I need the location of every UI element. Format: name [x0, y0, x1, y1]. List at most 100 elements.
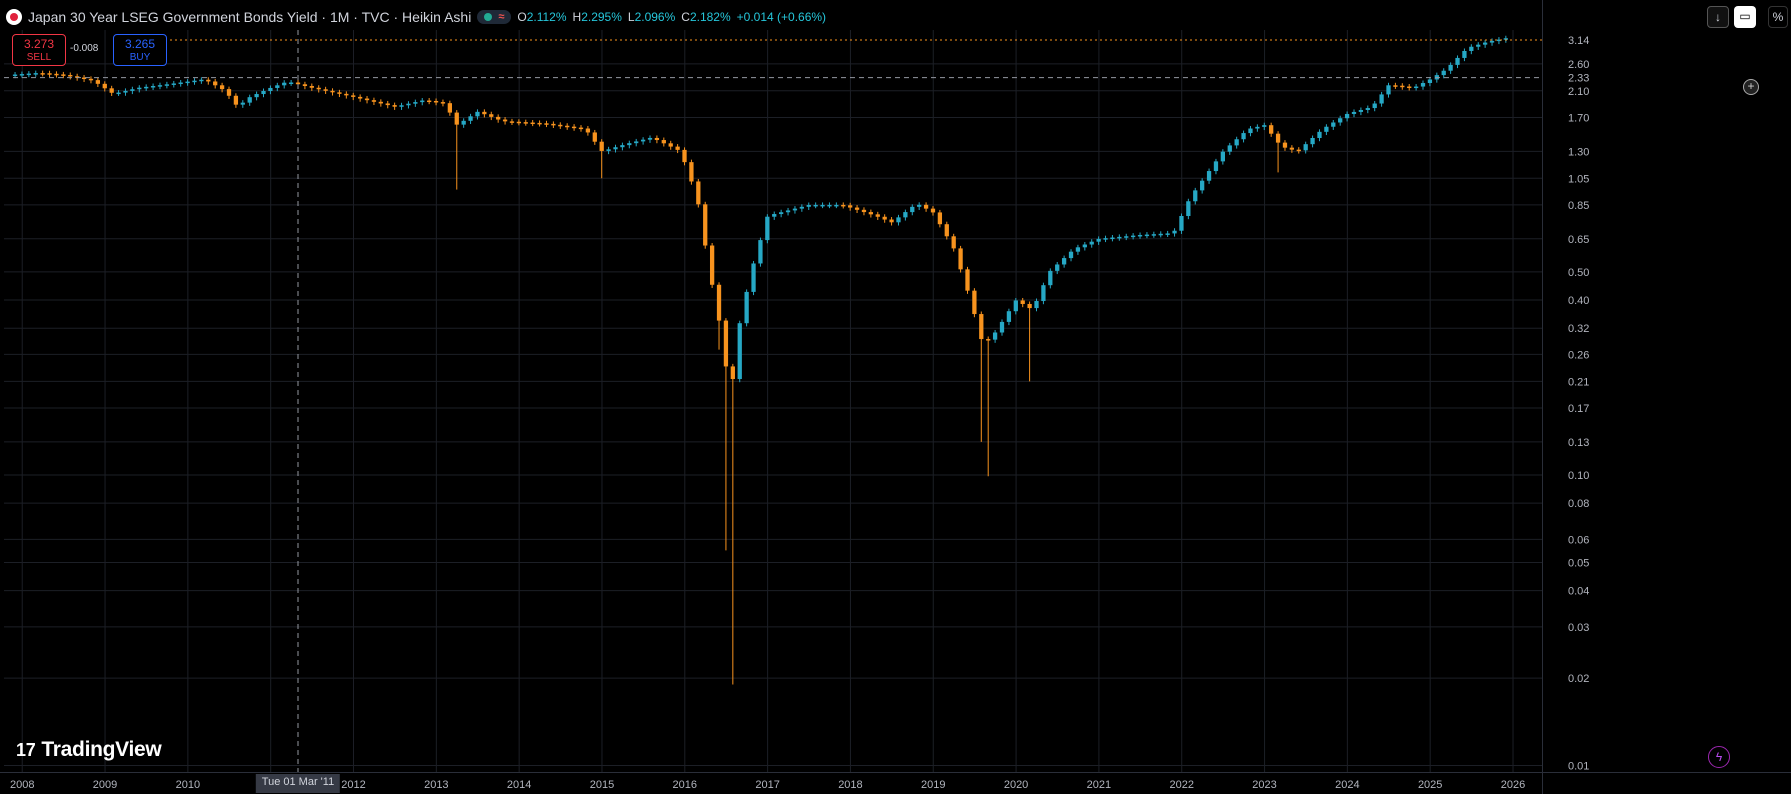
candle-body — [1262, 125, 1267, 127]
market-open-dot-icon — [484, 13, 493, 21]
candle-body — [1455, 57, 1460, 65]
price-tick-label: 2.60 — [1568, 59, 1589, 71]
market-status-pill[interactable]: ≈ — [477, 10, 512, 24]
candle-body — [703, 204, 708, 246]
time-tick-label: 2025 — [1418, 779, 1442, 791]
candle-body — [999, 321, 1005, 333]
percent-scale-button[interactable]: % — [1768, 6, 1788, 28]
candle-body — [1034, 301, 1039, 309]
candle-body — [1110, 237, 1115, 240]
candle-body — [461, 120, 466, 125]
spread-value: -0.008 — [70, 43, 99, 54]
buy-price: 3.265 — [124, 37, 156, 51]
candle-body — [1386, 85, 1391, 95]
tradingview-logo-text: TradingView — [41, 738, 162, 761]
candle-body — [751, 263, 756, 292]
time-tick-label: 2010 — [176, 779, 200, 791]
candle-body — [716, 284, 722, 321]
price-tick-label: 0.01 — [1568, 761, 1589, 773]
candle-body — [268, 87, 273, 91]
candle-body — [178, 82, 183, 85]
candle-body — [309, 86, 314, 88]
candle-body — [1179, 215, 1184, 231]
chart-lines: 3.1411d2.33 — [4, 30, 1791, 772]
candle-body — [1427, 79, 1433, 84]
candle-body — [530, 122, 535, 125]
close-label: C — [681, 10, 690, 24]
price-chart[interactable]: 3.1411d2.33 3.14 2.60 2.332.10 1.70 1.30 1.05… — [0, 0, 1791, 794]
time-tick-label: 2008 — [10, 779, 34, 791]
candle-body — [792, 208, 798, 211]
candle-body — [1448, 64, 1453, 71]
candle-body — [1413, 86, 1419, 89]
price-axis: 3.14 2.60 2.332.10 1.70 1.30 1.05 0.85 0.65 0.50… — [1542, 0, 1791, 794]
candle-body — [219, 85, 225, 90]
add-plus-icon[interactable]: + — [1743, 79, 1759, 95]
candle-body — [47, 73, 52, 75]
candle-body — [923, 204, 929, 209]
candle-body — [813, 204, 818, 207]
candle-body — [1075, 247, 1081, 252]
candle-body — [841, 204, 846, 207]
candle-body — [427, 100, 432, 103]
price-tick-label: 0.05 — [1568, 557, 1589, 569]
candle-body — [875, 214, 880, 217]
snapshot-icon[interactable]: ▭ — [1734, 6, 1756, 28]
candle-body — [799, 206, 804, 209]
candle-body — [378, 101, 383, 104]
candle-body — [1061, 258, 1067, 265]
arrow-down-icon[interactable]: ↓ — [1707, 6, 1729, 28]
price-tick-label: 0.13 — [1568, 437, 1589, 449]
price-tick-label: 0.03 — [1568, 622, 1589, 634]
candle-body — [1331, 122, 1336, 127]
tradingview-logo[interactable]: 17 TradingView — [16, 738, 162, 762]
price-tick-label: 0.04 — [1568, 586, 1589, 598]
candle-body — [261, 90, 266, 95]
candle-body — [854, 207, 860, 210]
sell-button[interactable]: 3.273 SELL — [12, 34, 66, 66]
candle-body — [537, 122, 542, 125]
time-tick-label: 2021 — [1087, 779, 1111, 791]
candle-body — [737, 323, 742, 380]
candle-body — [606, 149, 611, 151]
symbol-title[interactable]: Japan 30 Year LSEG Government Bonds Yiel… — [28, 9, 471, 25]
candle-body — [1489, 40, 1495, 43]
ohlc-values: O2.112% H2.295% L2.096% C2.182% +0.014 (… — [517, 10, 826, 24]
candle-body — [164, 84, 170, 86]
change-value: +0.014 (+0.66%) — [736, 10, 827, 24]
candle-body — [896, 217, 901, 223]
candle-body — [1103, 238, 1108, 240]
price-tick-label: 0.02 — [1568, 673, 1589, 685]
candle-body — [930, 208, 936, 213]
candle-body — [226, 89, 232, 96]
price-tick-label: 1.30 — [1568, 146, 1589, 158]
candle-body — [1041, 285, 1046, 302]
candle-body — [323, 89, 328, 91]
price-tick-label: 0.08 — [1568, 498, 1589, 510]
candle-body — [88, 78, 94, 81]
candle-body — [1482, 42, 1488, 45]
candle-body — [1365, 108, 1370, 110]
time-tick-label: 2017 — [755, 779, 779, 791]
buy-button[interactable]: 3.265 BUY — [113, 34, 167, 66]
candle-body — [758, 240, 763, 264]
candle-body — [213, 81, 218, 86]
time-tick-label: 2023 — [1252, 779, 1276, 791]
time-tick-label: 2015 — [590, 779, 614, 791]
candle-body — [1089, 241, 1094, 245]
candle-body — [440, 102, 446, 104]
candle-body — [1289, 147, 1295, 150]
lightning-icon[interactable]: ϟ — [1708, 746, 1730, 768]
candle-body — [1220, 151, 1225, 162]
candle-body — [282, 82, 287, 86]
candle-body — [744, 291, 749, 324]
candle-body — [1020, 300, 1025, 304]
candle-body — [675, 146, 680, 150]
candle-body — [109, 88, 114, 93]
candle-body — [1082, 244, 1087, 248]
time-tick-label: 2019 — [921, 779, 945, 791]
candle-body — [558, 124, 563, 127]
candle-body — [951, 236, 956, 249]
candle-body — [399, 105, 404, 107]
candle-body — [1372, 103, 1377, 109]
